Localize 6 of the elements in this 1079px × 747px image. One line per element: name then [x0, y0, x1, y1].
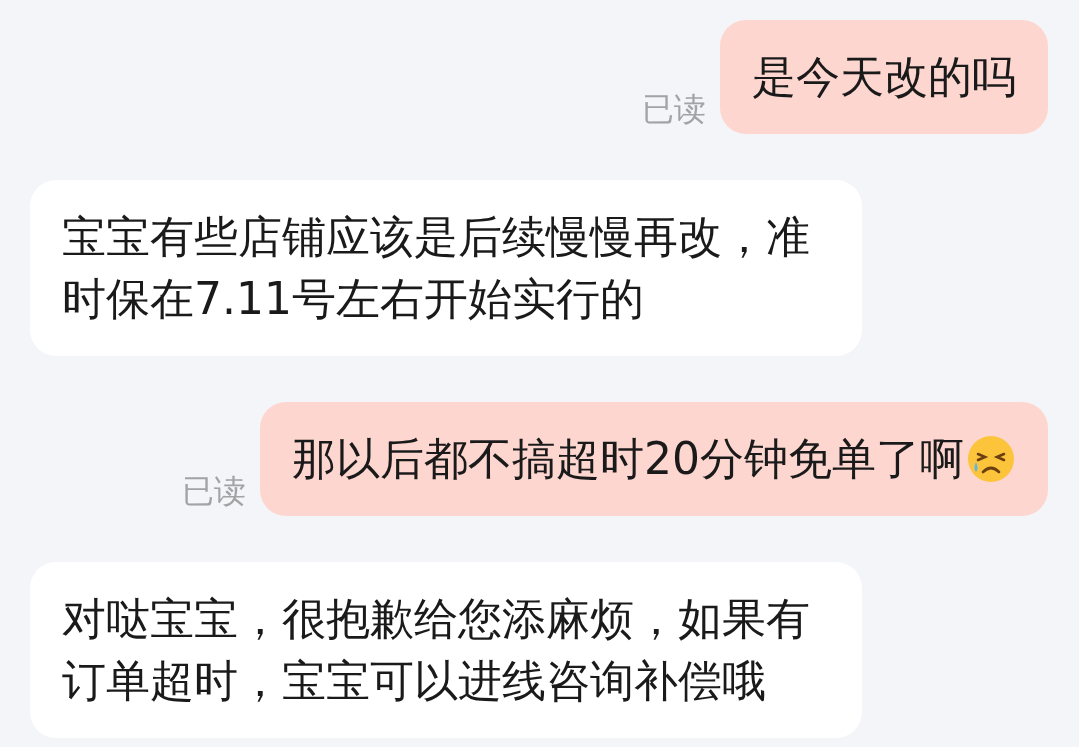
received-message-bubble: 宝宝有些店铺应该是后续慢慢再改，准时保在7.11号左右开始实行的 — [30, 180, 862, 356]
received-message-bubble: 对哒宝宝，很抱歉给您添麻烦，如果有订单超时，宝宝可以进线咨询补偿哦 — [30, 562, 862, 738]
read-receipt: 已读 — [642, 89, 706, 130]
sent-message-bubble: 那以后都不搞超时20分钟免单了啊 — [260, 402, 1048, 516]
sent-message-bubble: 是今天改的吗 — [720, 20, 1048, 134]
read-receipt: 已读 — [182, 471, 246, 512]
